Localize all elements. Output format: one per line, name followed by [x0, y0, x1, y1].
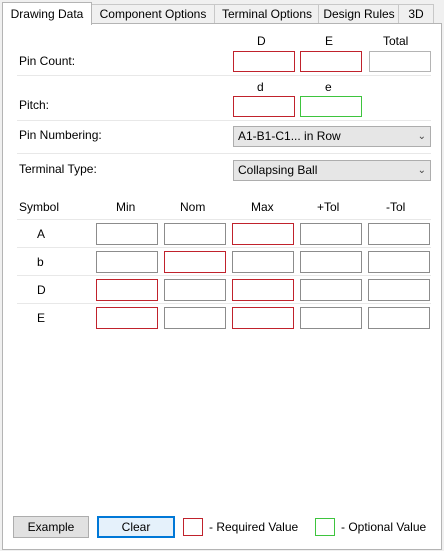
b-min-input[interactable]	[96, 251, 158, 273]
a-min-input[interactable]	[96, 223, 158, 245]
pin-count-e-header: E	[325, 34, 334, 48]
divider	[17, 219, 431, 220]
pin-count-label: Pin Count:	[19, 54, 76, 68]
header-max: Max	[251, 200, 274, 214]
header-minus-tol: -Tol	[386, 200, 406, 214]
header-min: Min	[116, 200, 136, 214]
row-symbol-b: b	[37, 255, 44, 269]
e-max-input[interactable]	[232, 307, 294, 329]
a-plus-tol-input[interactable]	[300, 223, 362, 245]
b-minus-tol-input[interactable]	[368, 251, 430, 273]
optional-legend-label: - Optional Value	[341, 520, 427, 534]
terminal-type-dropdown[interactable]: Collapsing Ball ⌄	[233, 160, 431, 181]
d-plus-tol-input[interactable]	[300, 279, 362, 301]
pin-numbering-value: A1-B1-C1... in Row	[238, 129, 341, 143]
e-min-input[interactable]	[96, 307, 158, 329]
header-symbol: Symbol	[19, 200, 60, 214]
tab-terminal-options[interactable]: Terminal Options	[214, 4, 320, 24]
drawing-data-panel: D E Total Pin Count: d e Pitch: Pin Numb…	[2, 23, 442, 550]
d-min-input[interactable]	[96, 279, 158, 301]
chevron-down-icon: ⌄	[417, 165, 426, 176]
tab-design-rules[interactable]: Design Rules	[318, 4, 400, 24]
row-symbol-d: D	[37, 283, 46, 297]
a-nom-input[interactable]	[164, 223, 226, 245]
pin-count-e-input[interactable]	[300, 51, 362, 72]
header-nom: Nom	[180, 200, 206, 214]
terminal-type-value: Collapsing Ball	[238, 163, 318, 177]
pitch-d-header: d	[257, 80, 264, 94]
pitch-d-input[interactable]	[233, 96, 295, 117]
b-max-input[interactable]	[232, 251, 294, 273]
pitch-label: Pitch:	[19, 98, 50, 112]
divider	[17, 247, 431, 248]
tab-3d[interactable]: 3D	[398, 4, 434, 24]
tab-drawing-data[interactable]: Drawing Data	[2, 2, 92, 25]
e-nom-input[interactable]	[164, 307, 226, 329]
required-legend-swatch	[183, 518, 203, 536]
d-max-input[interactable]	[232, 279, 294, 301]
pin-numbering-dropdown[interactable]: A1-B1-C1... in Row ⌄	[233, 126, 431, 147]
a-max-input[interactable]	[232, 223, 294, 245]
d-nom-input[interactable]	[164, 279, 226, 301]
divider	[17, 120, 431, 121]
header-plus-tol: +Tol	[317, 200, 340, 214]
pin-count-d-header: D	[257, 34, 266, 48]
pitch-e-header: e	[325, 80, 332, 94]
row-symbol-e: E	[37, 311, 46, 325]
pitch-e-input[interactable]	[300, 96, 362, 117]
optional-legend-swatch	[315, 518, 335, 536]
b-plus-tol-input[interactable]	[300, 251, 362, 273]
terminal-type-label: Terminal Type:	[19, 162, 97, 176]
chevron-down-icon: ⌄	[417, 131, 426, 142]
pin-count-d-input[interactable]	[233, 51, 295, 72]
example-button[interactable]: Example	[13, 516, 89, 538]
clear-button[interactable]: Clear	[97, 516, 175, 538]
b-nom-input[interactable]	[164, 251, 226, 273]
pin-numbering-label: Pin Numbering:	[19, 128, 102, 142]
row-symbol-a: A	[37, 227, 46, 241]
divider	[17, 303, 431, 304]
d-minus-tol-input[interactable]	[368, 279, 430, 301]
divider	[17, 275, 431, 276]
a-minus-tol-input[interactable]	[368, 223, 430, 245]
pin-count-total-header: Total	[383, 34, 409, 48]
e-plus-tol-input[interactable]	[300, 307, 362, 329]
divider	[17, 75, 431, 76]
required-legend-label: - Required Value	[209, 520, 299, 534]
tab-component-options[interactable]: Component Options	[90, 4, 216, 24]
pin-count-total-input[interactable]	[369, 51, 431, 72]
tab-strip: Drawing Data Component Options Terminal …	[2, 2, 442, 25]
divider	[17, 153, 431, 154]
e-minus-tol-input[interactable]	[368, 307, 430, 329]
